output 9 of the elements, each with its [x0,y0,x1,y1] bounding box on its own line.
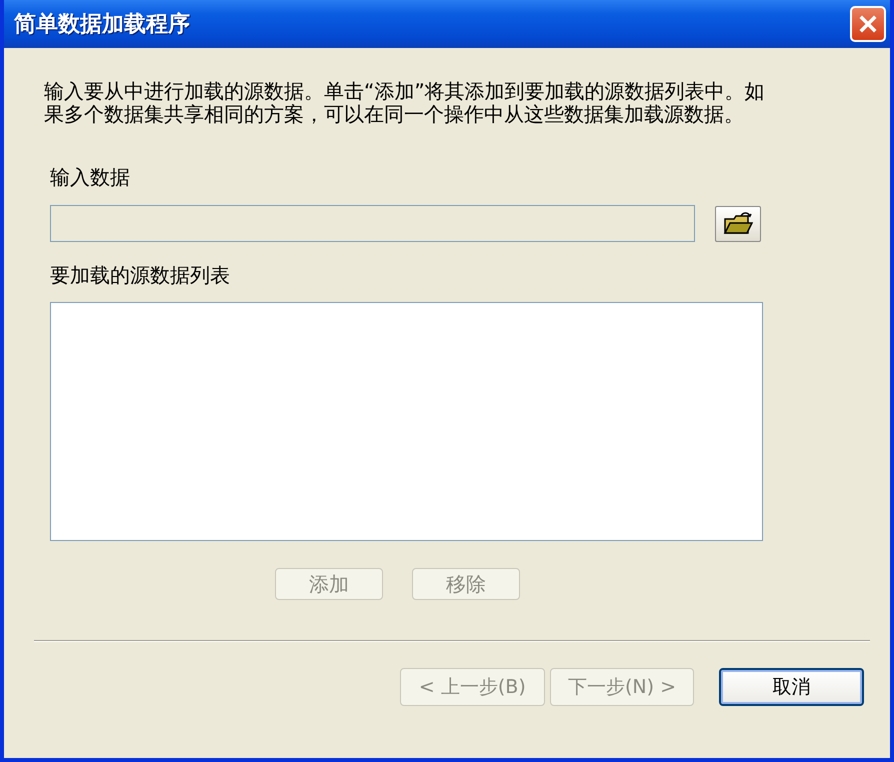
folder-icon [723,210,753,236]
field-label: 输入数据 [50,164,130,191]
browse-button[interactable] [715,206,761,242]
window-title: 简单数据加载程序 [14,10,190,39]
close-button[interactable] [850,6,886,42]
close-icon [857,13,879,35]
description-text: 输入要从中进行加载的源数据。单击“添加”将其添加到要加载的源数据列表中。如果多个数据集共享相同的方案，可以在同一个操作中从这些数据集加载源数据。 [44,80,766,126]
list-label: 要加载的源数据列表 [50,262,230,289]
cancel-button[interactable]: 取消 [719,668,864,706]
